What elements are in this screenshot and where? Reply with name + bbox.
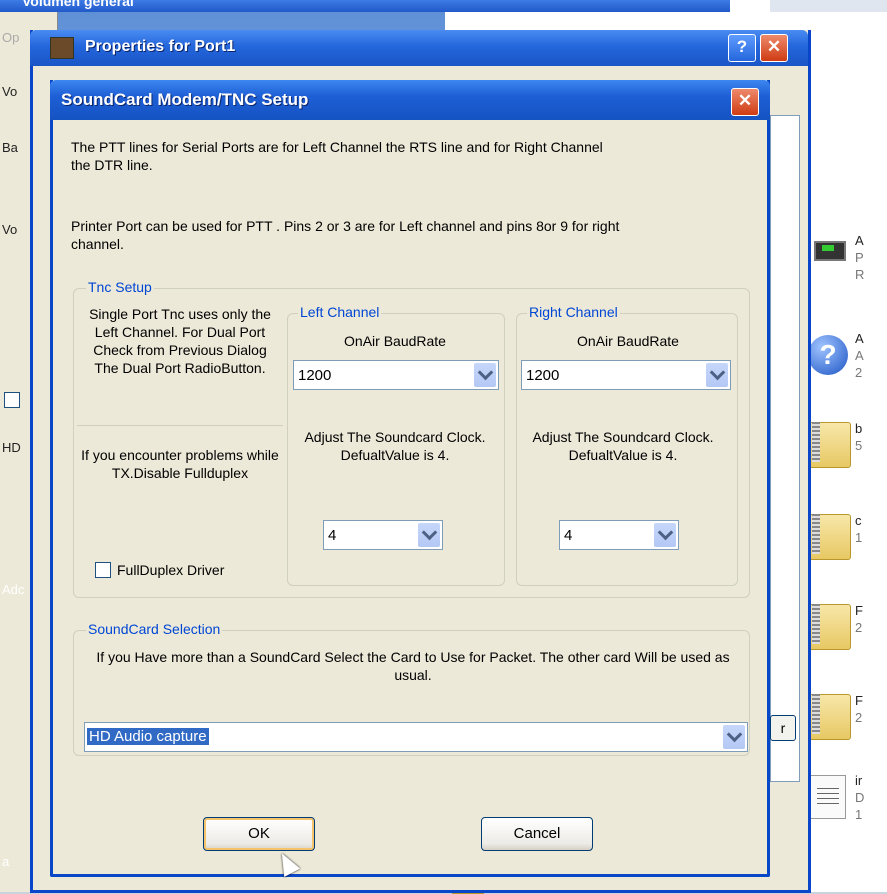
tower-icon <box>805 232 851 282</box>
properties-titlebar: Properties for Port1 ? ✕ <box>30 30 808 66</box>
file-item[interactable]: ir D 1 <box>805 772 887 832</box>
file-item[interactable]: F2 <box>805 692 887 752</box>
file-line: ir <box>855 773 863 788</box>
side-label: Vo <box>2 222 18 237</box>
chevron-down-icon[interactable] <box>418 523 440 547</box>
help-button[interactable]: ? <box>728 34 756 62</box>
file-item[interactable]: ? AA 2 <box>805 330 887 390</box>
file-line: D <box>855 790 865 805</box>
left-baudrate-value: 1200 <box>298 367 332 384</box>
single-port-note: Single Port Tnc uses only the Left Chann… <box>89 306 271 376</box>
right-clock-value: 4 <box>564 527 573 544</box>
right-baudrate-select[interactable]: 1200 <box>521 360 731 390</box>
file-line: 1 <box>855 530 863 545</box>
fullduplex-label: FullDuplex Driver <box>117 562 225 578</box>
right-channel-legend: Right Channel <box>527 304 620 320</box>
file-line: 2 <box>855 710 863 725</box>
printer-info-text: Printer Port can be used for PTT . Pins … <box>71 218 620 252</box>
folder-icon <box>805 602 851 652</box>
file-line: b <box>855 421 863 436</box>
file-line: R <box>855 267 865 282</box>
file-line: 2 <box>855 365 863 380</box>
properties-button[interactable]: r <box>770 715 796 741</box>
file-line: 5 <box>855 438 863 453</box>
problems-note: If you encounter problems while TX.Disab… <box>81 447 279 481</box>
file-line: A <box>855 348 864 363</box>
chevron-down-icon[interactable] <box>474 363 496 387</box>
document-icon <box>805 772 851 822</box>
ptt-info-text: The PTT lines for Serial Ports are for L… <box>71 139 603 173</box>
ok-button[interactable]: OK <box>203 817 315 851</box>
chevron-down-icon[interactable] <box>654 523 676 547</box>
soundcard-device-value: HD Audio capture <box>87 728 209 745</box>
file-line: 2 <box>855 620 863 635</box>
file-item[interactable]: APR <box>805 232 887 292</box>
cancel-button[interactable]: Cancel <box>481 817 593 851</box>
left-clock-value: 4 <box>328 527 337 544</box>
explorer-header-band <box>770 0 887 12</box>
left-channel-legend: Left Channel <box>298 304 382 320</box>
side-label: Adc <box>2 582 25 597</box>
file-line: F <box>855 693 863 708</box>
side-label: a <box>2 854 10 869</box>
left-baud-label: OnAir BaudRate <box>344 333 446 349</box>
file-line: 1 <box>855 807 863 822</box>
volume-window-titlebar: Volumen general <box>0 0 730 12</box>
divider <box>77 425 283 426</box>
left-clock-note: Adjust The Soundcard Clock. DefualtValue… <box>304 429 486 463</box>
side-label: Op <box>2 30 20 45</box>
folder-icon <box>805 692 851 742</box>
background-checkbox[interactable] <box>4 392 20 408</box>
side-label: Vo <box>2 84 18 99</box>
file-item[interactable]: F2 <box>805 602 887 662</box>
properties-close-button[interactable]: ✕ <box>760 34 788 62</box>
folder-icon <box>805 512 851 562</box>
file-line: A <box>855 331 864 346</box>
right-baudrate-value: 1200 <box>526 367 560 384</box>
dialog-close-button[interactable]: ✕ <box>731 88 759 116</box>
properties-title: Properties for Port1 <box>85 38 236 55</box>
properties-panel <box>770 115 800 782</box>
right-baud-label: OnAir BaudRate <box>577 333 679 349</box>
fullduplex-checkbox[interactable] <box>95 562 111 578</box>
network-port-icon <box>50 37 74 59</box>
chevron-down-icon[interactable] <box>706 363 728 387</box>
folder-icon <box>805 420 851 470</box>
left-clock-select[interactable]: 4 <box>323 520 443 550</box>
soundcard-device-select[interactable]: HD Audio capture <box>84 722 748 752</box>
side-label: Ba <box>2 140 18 155</box>
help-icon: ? <box>805 330 851 380</box>
file-line: A <box>855 233 864 248</box>
file-line: c <box>855 513 862 528</box>
right-clock-select[interactable]: 4 <box>559 520 679 550</box>
soundcard-selection-legend: SoundCard Selection <box>86 621 223 637</box>
soundcard-selection-note: If you Have more than a SoundCard Select… <box>96 649 730 683</box>
dialog-title: SoundCard Modem/TNC Setup <box>61 90 309 109</box>
left-baudrate-select[interactable]: 1200 <box>293 360 499 390</box>
tnc-setup-legend: Tnc Setup <box>86 279 154 295</box>
file-item[interactable]: b5 <box>805 420 887 480</box>
volume-window-title: Volumen general <box>22 0 134 9</box>
side-label: HD <box>2 440 21 455</box>
file-line: P <box>855 250 864 265</box>
file-line: F <box>855 603 863 618</box>
chevron-down-icon[interactable] <box>723 725 745 749</box>
file-item[interactable]: c1 <box>805 512 887 572</box>
right-clock-note: Adjust The Soundcard Clock. DefualtValue… <box>532 429 714 463</box>
dialog-titlebar: SoundCard Modem/TNC Setup ✕ <box>50 80 770 120</box>
